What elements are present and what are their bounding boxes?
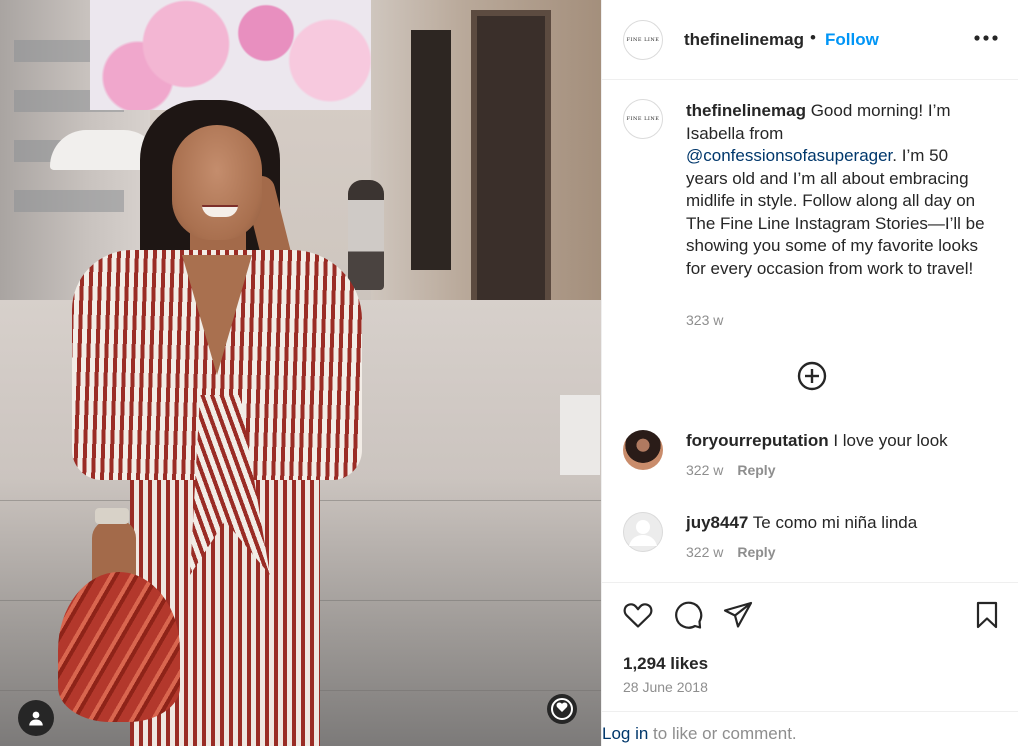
comment-timestamp[interactable]: 322 w [686,462,723,478]
comment-item: juy8447 Te como mi niña linda 322 w Reply [602,512,1018,582]
follow-button[interactable]: Follow [825,30,879,50]
avatar-brand-text: FINE LINE [626,37,660,43]
tagged-user-button[interactable] [18,700,54,736]
plus-circle-icon[interactable] [796,360,828,392]
heart-icon[interactable] [622,599,654,631]
account-avatar[interactable]: FINE LINE [623,20,663,60]
login-prompt: Log in to like or comment. [602,711,1018,746]
post-photo[interactable] [0,0,601,746]
photo-storefront-window [471,10,551,310]
caption-timestamp[interactable]: 323 w [686,312,723,328]
photo-storefront [411,30,451,270]
post-header: FINE LINE thefinelinemag • Follow [602,0,1018,80]
commenter-avatar[interactable] [623,430,663,470]
caption-text-end: . I’m 50 years old and I’m all about emb… [686,146,985,278]
account-username[interactable]: thefinelinemag [684,30,804,50]
header-separator: • [810,28,816,47]
photo-subject-clutch-bag [58,572,180,722]
post-date[interactable]: 28 June 2018 [623,679,708,695]
commenter-avatar[interactable] [623,512,663,552]
comment-line: foryourreputation I love your look [686,430,948,452]
caption-username[interactable]: thefinelinemag [686,101,806,120]
comment-text: Te como mi niña linda [748,513,918,532]
more-horizontal-icon[interactable] [972,26,1000,50]
comment-username[interactable]: foryourreputation [686,431,829,450]
comment-meta: 322 w Reply [686,462,775,478]
default-avatar-icon [623,512,663,552]
photo-subject-bracelet [95,508,129,524]
reel-badge-icon [547,694,577,724]
photo-subject-face [172,125,262,240]
login-prompt-text: Log in to like or comment. [602,724,797,744]
login-link[interactable]: Log in [602,724,648,743]
post-caption: FINE LINE thefinelinemag Good morning! I… [602,80,1018,420]
comment-item: foryourreputation I love your look 322 w… [602,430,1018,500]
comment-bubble-icon[interactable] [672,599,704,631]
caption-avatar[interactable]: FINE LINE [623,99,663,139]
caption-text: thefinelinemag Good morning! I’m Isabell… [686,100,991,280]
user-icon [29,711,43,726]
comment-line: juy8447 Te como mi niña linda [686,512,917,534]
caption-mention-link[interactable]: @confessionsofasuperager [686,146,892,165]
photo-background-bag [560,395,600,475]
post-sidebar: FINE LINE thefinelinemag • Follow FINE L… [601,0,1018,746]
comment-text: I love your look [828,431,948,450]
photo-blossom-canopy [90,0,410,110]
paper-plane-icon[interactable] [722,599,754,631]
comment-username[interactable]: juy8447 [686,513,748,532]
avatar-brand-text: FINE LINE [626,116,660,122]
reply-button[interactable]: Reply [737,544,775,560]
login-suffix: to like or comment. [648,724,797,743]
post-actions: 1,294 likes 28 June 2018 Log in to like … [602,582,1018,746]
bookmark-icon[interactable] [971,599,1003,631]
reply-button[interactable]: Reply [737,462,775,478]
likes-count[interactable]: 1,294 likes [623,654,708,674]
photo-background-person [348,180,384,290]
comment-timestamp[interactable]: 322 w [686,544,723,560]
comment-meta: 322 w Reply [686,544,775,560]
